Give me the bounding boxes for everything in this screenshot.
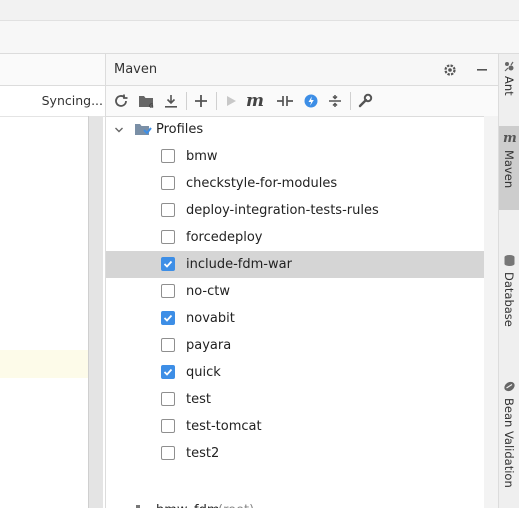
toggle-offline-icon[interactable] — [276, 92, 294, 110]
bean-validation-icon — [503, 380, 516, 393]
profile-row[interactable]: quick — [106, 359, 498, 386]
profile-checkbox[interactable] — [161, 176, 175, 190]
sync-status: Syncing... — [0, 86, 105, 117]
profile-checkbox[interactable] — [161, 392, 175, 406]
profile-checkbox[interactable] — [161, 284, 175, 298]
skip-tests-icon[interactable] — [302, 92, 320, 110]
chevron-down-icon[interactable] — [114, 124, 124, 139]
profile-row[interactable]: deploy-integration-tests-rules — [106, 197, 498, 224]
maven-panel: Maven G m Profiles bmw checkstyle-for-mo… — [106, 54, 498, 508]
maven-toolbar: G m — [106, 86, 498, 117]
profile-checkbox[interactable] — [161, 446, 175, 460]
tab-bean-validation[interactable]: Bean Validation — [499, 374, 519, 508]
profile-label: test2 — [186, 446, 220, 461]
tool-strip — [0, 21, 519, 54]
profile-label: novabit — [186, 311, 235, 326]
profile-row[interactable]: test-tomcat — [106, 413, 498, 440]
profile-checkbox[interactable] — [161, 311, 175, 325]
tab-label: Database — [502, 272, 516, 327]
profile-label: include-fdm-war — [186, 257, 292, 272]
profile-row[interactable]: payara — [106, 332, 498, 359]
svg-text:G: G — [149, 103, 154, 109]
profiles-label: Profiles — [156, 122, 204, 137]
database-icon — [503, 254, 516, 267]
maven-icon: m — [503, 131, 517, 146]
profile-label: no-ctw — [186, 284, 231, 299]
tab-label: Ant — [502, 76, 516, 96]
tree-node-project[interactable]: bmw_fdm (root) — [106, 497, 498, 508]
profile-label: deploy-integration-tests-rules — [186, 203, 379, 218]
project-name: bmw_fdm — [156, 497, 220, 508]
profile-checkbox[interactable] — [161, 419, 175, 433]
profile-row[interactable]: test — [106, 386, 498, 413]
tab-maven[interactable]: m Maven — [499, 126, 519, 210]
maven-header: Maven — [106, 54, 498, 86]
profile-label: quick — [186, 365, 221, 380]
profile-label: payara — [186, 338, 232, 353]
profile-row[interactable]: no-ctw — [106, 278, 498, 305]
profile-row[interactable]: novabit — [106, 305, 498, 332]
tree-node-profiles[interactable]: Profiles — [106, 116, 498, 143]
project-suffix: (root) — [218, 497, 254, 508]
tab-label: Maven — [502, 150, 516, 189]
reload-icon[interactable] — [112, 92, 130, 110]
profile-label: test-tomcat — [186, 419, 262, 434]
collapse-all-icon[interactable] — [326, 92, 344, 110]
ant-icon — [503, 60, 516, 73]
profile-row[interactable]: test2 — [106, 440, 498, 467]
gear-icon[interactable] — [442, 62, 458, 78]
profile-row[interactable]: checkstyle-for-modules — [106, 170, 498, 197]
tab-ant[interactable]: Ant — [499, 58, 519, 100]
download-icon[interactable] — [162, 92, 180, 110]
top-strip — [0, 0, 519, 21]
profile-label: bmw — [186, 149, 218, 164]
profile-checkbox[interactable] — [161, 338, 175, 352]
current-line-highlight — [0, 350, 88, 378]
tab-database[interactable]: Database — [499, 250, 519, 350]
maven-scrollbar[interactable] — [484, 116, 498, 508]
left-header — [0, 54, 105, 86]
profile-label: checkstyle-for-modules — [186, 176, 338, 191]
profile-row[interactable]: forcedeploy — [106, 224, 498, 251]
profile-checkbox[interactable] — [161, 365, 175, 379]
profile-label: test — [186, 392, 211, 407]
profile-checkbox[interactable] — [161, 257, 175, 271]
execute-goal-icon[interactable]: m — [246, 91, 264, 111]
maven-module-icon — [134, 502, 150, 508]
right-tool-strip: Ant m Maven Database Bean Validation — [498, 54, 519, 508]
tab-label: Bean Validation — [502, 398, 516, 488]
profile-checkbox[interactable] — [161, 203, 175, 217]
profiles-folder-icon — [134, 121, 152, 141]
left-scrollbar[interactable] — [88, 116, 103, 508]
add-icon[interactable] — [192, 92, 210, 110]
generate-sources-icon[interactable]: G — [138, 92, 156, 110]
run-icon — [222, 92, 240, 110]
maven-tree: Profiles bmw checkstyle-for-modules depl… — [106, 116, 498, 508]
profile-checkbox[interactable] — [161, 149, 175, 163]
profile-label: forcedeploy — [186, 230, 263, 245]
profile-row[interactable]: bmw — [106, 143, 498, 170]
settings-wrench-icon[interactable] — [356, 92, 374, 110]
minimize-icon[interactable] — [474, 62, 490, 78]
maven-title: Maven — [114, 62, 158, 77]
profile-row[interactable]: include-fdm-war — [106, 251, 498, 278]
profile-checkbox[interactable] — [161, 230, 175, 244]
left-pane: Syncing... — [0, 54, 106, 508]
